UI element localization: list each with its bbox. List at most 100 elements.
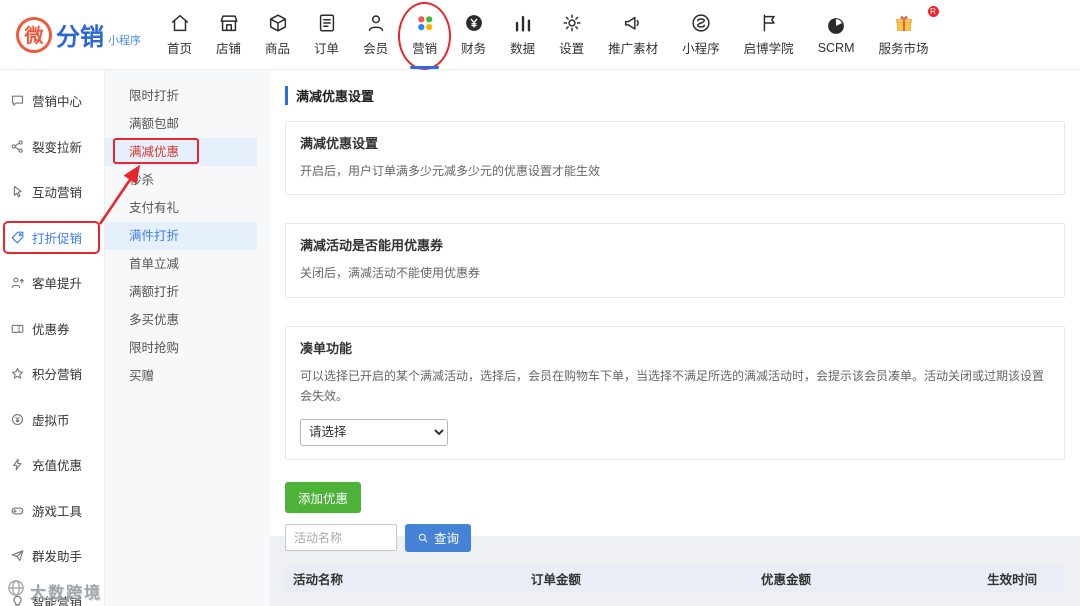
nav-settings[interactable]: 设置	[547, 8, 596, 61]
empty-state-text: 暂无信息	[285, 593, 1065, 606]
nav-label: 商品	[265, 42, 291, 56]
submenu-label: 满减优惠	[129, 145, 180, 159]
nav-marketing[interactable]: 营销	[398, 2, 452, 70]
paper-plane-icon	[11, 550, 24, 562]
nav-home[interactable]: 首页	[155, 8, 204, 61]
submenu-full-reduction-discount[interactable]: 满减优惠	[105, 138, 257, 166]
service-market-badge: R	[927, 6, 939, 17]
goods-box-icon	[267, 12, 289, 34]
nav-miniprogram[interactable]: 小程序	[670, 8, 732, 61]
cursor-icon	[13, 186, 22, 198]
submenu-label: 满额包邮	[129, 117, 180, 131]
submenu-free-shipping-over-amount[interactable]: 满额包邮	[105, 110, 257, 138]
submenu-first-order-discount[interactable]: 首单立减	[105, 250, 257, 278]
submenu-quantity-discount[interactable]: 满件打折	[105, 222, 257, 250]
sidebar-label: 群发助手	[32, 550, 83, 565]
submenu-buy-and-gift[interactable]: 买赠	[105, 362, 257, 390]
sidebar-item-recharge-discount[interactable]: 充值优惠	[0, 442, 104, 488]
nav-label: 会员	[363, 42, 389, 56]
nav-label: 订单	[314, 42, 340, 56]
price-tag-icon	[11, 231, 24, 244]
sidebar-label: 充值优惠	[32, 459, 83, 474]
sidebar-item-discount-promotion[interactable]: 打折促销	[0, 215, 104, 261]
secondary-sidebar: 限时打折 满额包邮 满减优惠 秒杀 支付有礼 满件打折 首单立减 满额打折 多买…	[105, 70, 270, 606]
nav-goods[interactable]: 商品	[253, 8, 302, 61]
query-button[interactable]: 查询	[405, 523, 472, 552]
card-full-reduction-settings: 满减优惠设置 开启后，用户订单满多少元减多少元的优惠设置才能生效	[285, 121, 1065, 196]
nav-label: 服务市场	[878, 42, 929, 56]
card-desc: 开启后，用户订单满多少元减多少元的优惠设置才能生效	[300, 164, 601, 178]
sidebar-item-order-value-boost[interactable]: 客单提升	[0, 260, 104, 306]
sidebar-item-points-marketing[interactable]: 积分营销	[0, 351, 104, 397]
sidebar-label: 客单提升	[32, 277, 83, 292]
submenu-label: 满额打折	[129, 285, 180, 299]
pie-chart-icon	[825, 15, 847, 37]
nav-scrm[interactable]: SCRM	[806, 11, 867, 59]
nav-label: 推广素材	[608, 42, 659, 56]
finance-coin-icon	[463, 12, 485, 34]
add-discount-button[interactable]: 添加优惠	[285, 481, 362, 513]
flag-icon	[758, 12, 780, 34]
card-title: 满减优惠设置	[300, 136, 379, 151]
search-row: 查询	[285, 523, 1065, 552]
nav-label: 营销	[412, 42, 438, 56]
nav-label: SCRM	[817, 40, 855, 55]
submenu-label: 限时抢购	[129, 341, 180, 355]
submenu-label: 满件打折	[129, 229, 180, 243]
app-window: 微 分销 小程序 首页 店铺 商品 订单 会员 营销 财务 数据 设置 推广素材…	[0, 0, 1080, 606]
card-coupon-compatibility: 满减活动是否能用优惠券 关闭后，满减活动不能使用优惠券	[285, 223, 1065, 298]
activity-name-input[interactable]	[285, 524, 397, 552]
nav-label: 首页	[167, 42, 193, 56]
gamepad-icon	[11, 507, 24, 515]
nav-finance[interactable]: 财务	[449, 8, 498, 61]
activities-table: 活动名称 订单金额 优惠金额 生效时间 暂无信息	[285, 564, 1065, 606]
shop-icon	[218, 12, 240, 34]
nav-members[interactable]: 会员	[351, 8, 400, 61]
nav-shop[interactable]: 店铺	[204, 8, 253, 61]
coupon-icon	[11, 324, 24, 333]
sidebar-item-virtual-currency[interactable]: 虚拟币	[0, 397, 104, 443]
sidebar-item-game-tools[interactable]: 游戏工具	[0, 488, 104, 534]
watermark-text: 大数跨境	[30, 584, 103, 602]
sidebar-item-coupons[interactable]: 优惠券	[0, 306, 104, 352]
sidebar-item-bulk-message-assistant[interactable]: 群发助手	[0, 533, 104, 579]
col-discount-amount: 优惠金额	[760, 573, 811, 588]
person-up-icon	[11, 277, 24, 289]
nav-promo-material[interactable]: 推广素材	[596, 8, 670, 61]
sidebar-item-interactive-marketing[interactable]: 互动营销	[0, 169, 104, 215]
data-bars-icon	[512, 12, 534, 34]
submenu-limited-time-rush[interactable]: 限时抢购	[105, 334, 257, 362]
nav-label: 财务	[461, 42, 487, 56]
card-desc: 关闭后，满减活动不能使用优惠券	[300, 266, 481, 281]
sidebar-item-marketing-center[interactable]: 营销中心	[0, 78, 104, 124]
card-join-order-feature: 凑单功能 可以选择已开启的某个满减活动，选择后，会员在购物车下单，当选择不满足所…	[285, 325, 1065, 460]
watermark: 大数跨境	[6, 578, 102, 603]
submenu-amount-discount[interactable]: 满额打折	[105, 278, 257, 306]
top-nav: 微 分销 小程序 首页 店铺 商品 订单 会员 营销 财务 数据 设置 推广素材…	[0, 0, 1080, 70]
card-title: 满减活动是否能用优惠券	[300, 238, 444, 254]
miniprogram-icon	[690, 12, 712, 34]
nav-orders[interactable]: 订单	[302, 8, 351, 61]
submenu-label: 秒杀	[129, 173, 155, 187]
submenu-payment-gift[interactable]: 支付有礼	[105, 194, 257, 222]
submenu-limited-time-discount[interactable]: 限时打折	[105, 82, 257, 110]
nav-data[interactable]: 数据	[498, 8, 547, 61]
watermark-globe-icon	[6, 578, 26, 603]
sidebar-label: 营销中心	[32, 95, 83, 110]
brand-mark: 微	[16, 16, 52, 53]
nav-academy[interactable]: 启博学院	[732, 8, 806, 61]
lightning-icon	[13, 458, 22, 471]
join-order-activity-select[interactable]: 请选择	[300, 418, 448, 446]
submenu-label: 多买优惠	[129, 313, 180, 327]
nav-label: 小程序	[682, 42, 720, 56]
brand-sub: 小程序	[108, 34, 141, 47]
sidebar-label: 虚拟币	[32, 413, 70, 428]
sidebar-item-fission-growth[interactable]: 裂变拉新	[0, 124, 104, 170]
card-desc: 可以选择已开启的某个满减活动，选择后，会员在购物车下单，当选择不满足所选的满减活…	[300, 368, 1045, 404]
submenu-buy-more-discount[interactable]: 多买优惠	[105, 306, 257, 334]
nav-label: 数据	[510, 42, 536, 56]
sidebar-label: 打折促销	[32, 231, 83, 246]
submenu-flash-sale[interactable]: 秒杀	[105, 166, 257, 194]
nav-service-market[interactable]: 服务市场 R	[867, 6, 941, 61]
brand-name: 分销	[56, 23, 104, 51]
